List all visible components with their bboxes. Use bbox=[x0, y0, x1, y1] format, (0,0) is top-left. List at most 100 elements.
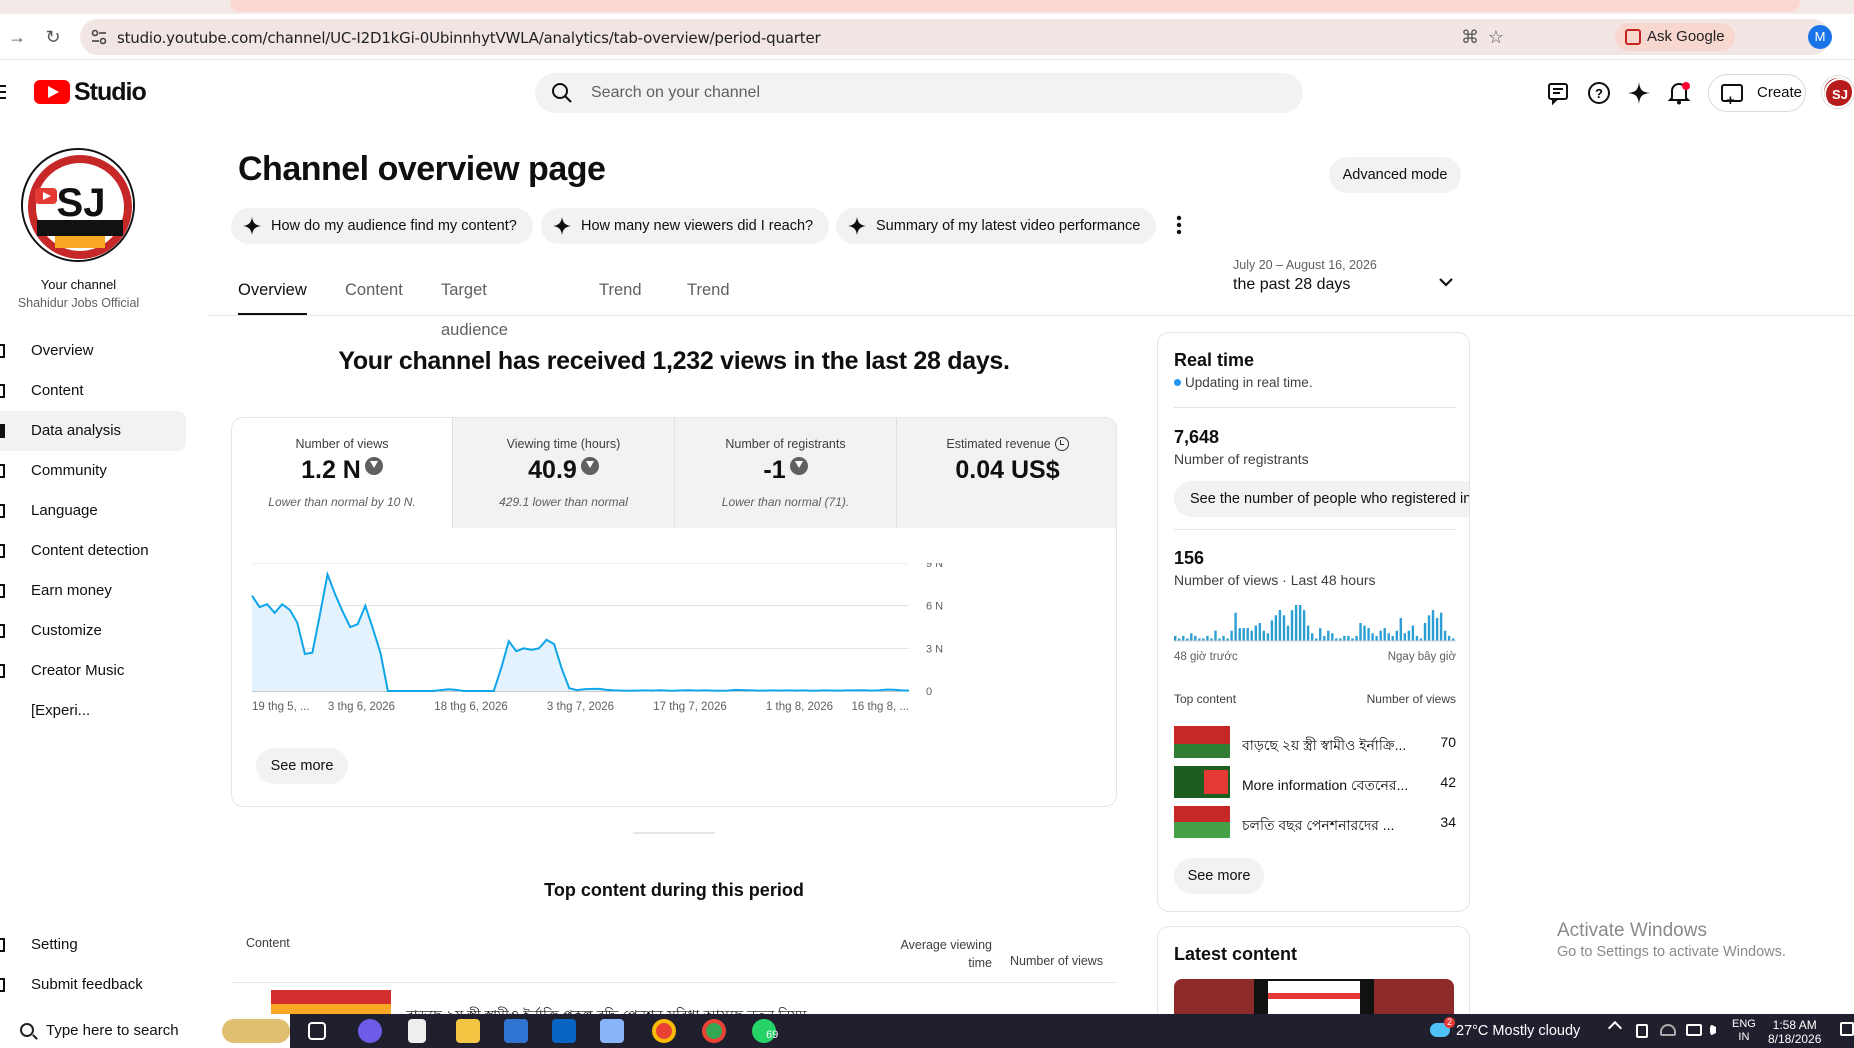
sidebar: SJ Your channel Shahidur Jobs Official O… bbox=[0, 124, 200, 1014]
realtime-bar bbox=[1391, 635, 1394, 641]
account-avatar[interactable]: SJ bbox=[1822, 76, 1854, 108]
create-button[interactable]: Create bbox=[1708, 74, 1806, 119]
network-icon[interactable] bbox=[1686, 1024, 1702, 1036]
create-label: Create bbox=[1757, 84, 1803, 101]
video-thumbnail[interactable] bbox=[271, 990, 391, 1014]
metric-views[interactable]: Number of views 1.2 N Lower than normal … bbox=[232, 418, 453, 528]
copilot-icon[interactable] bbox=[358, 1019, 382, 1043]
url-text[interactable]: studio.youtube.com/channel/UC-I2D1kGi-0U… bbox=[117, 29, 821, 47]
list-item-title[interactable]: More information বেতনের... bbox=[1242, 774, 1422, 798]
browser-profile-avatar[interactable]: M bbox=[1808, 25, 1832, 49]
task-view-icon[interactable] bbox=[308, 1022, 326, 1040]
site-settings-icon[interactable] bbox=[90, 28, 108, 46]
column-header-content[interactable]: Content bbox=[246, 936, 290, 950]
advanced-mode-button[interactable]: Advanced mode bbox=[1329, 157, 1461, 193]
bookmark-star-icon[interactable]: ☆ bbox=[1486, 27, 1506, 47]
realtime-bar bbox=[1302, 610, 1306, 641]
realtime-bar-chart[interactable] bbox=[1174, 601, 1458, 645]
volume-icon[interactable] bbox=[1710, 1024, 1722, 1036]
chrome-profile-icon[interactable] bbox=[702, 1019, 726, 1043]
sidebar-item-label: Community bbox=[31, 462, 107, 479]
language-icon bbox=[0, 504, 5, 518]
realtime-bar bbox=[1363, 625, 1366, 641]
translate-icon[interactable]: ⌘ bbox=[1460, 27, 1480, 47]
sidebar-item-data-analysis[interactable]: Data analysis bbox=[0, 411, 186, 451]
ask-google-button[interactable]: Ask Google bbox=[1615, 23, 1735, 51]
menu-icon[interactable] bbox=[0, 85, 6, 99]
column-header-avg-view[interactable]: Average viewing time bbox=[880, 936, 993, 972]
channel-name[interactable]: Shahidur Jobs Official bbox=[0, 296, 157, 310]
see-more-button[interactable]: See more bbox=[256, 748, 348, 784]
table-divider bbox=[231, 982, 1117, 983]
divider bbox=[1174, 407, 1456, 408]
realtime-see-more-button[interactable]: See more bbox=[1174, 858, 1264, 894]
top-content-label: Top content bbox=[1174, 692, 1237, 706]
comments-icon[interactable] bbox=[1546, 80, 1572, 106]
sidebar-item-earn-money[interactable]: Earn money bbox=[0, 571, 186, 611]
reload-icon[interactable]: ↻ bbox=[40, 24, 66, 50]
video-thumbnail[interactable] bbox=[1174, 806, 1230, 838]
forward-icon[interactable]: → bbox=[4, 24, 30, 50]
file-icon[interactable] bbox=[408, 1019, 426, 1043]
search-icon[interactable] bbox=[551, 82, 573, 104]
sidebar-item-content-detection[interactable]: Content detection bbox=[0, 531, 186, 571]
sidebar-item-feedback[interactable]: Submit feedback bbox=[0, 965, 186, 1005]
ask-chip-latest-video[interactable]: Summary of my latest video performance bbox=[836, 208, 1157, 244]
realtime-bar bbox=[1355, 635, 1358, 641]
ask-chip-audience[interactable]: How do my audience find my content? bbox=[231, 208, 533, 244]
sparkle-icon[interactable] bbox=[1626, 80, 1652, 106]
metric-revenue[interactable]: Estimated revenue 0.04 US$ bbox=[897, 418, 1116, 528]
realtime-bar bbox=[1443, 630, 1447, 641]
active-browser-tab[interactable] bbox=[230, 0, 1800, 12]
sidebar-item-label: Data analysis bbox=[31, 422, 122, 439]
cloud-off-icon[interactable] bbox=[1660, 1024, 1676, 1036]
channel-logo-icon: SJ bbox=[23, 150, 133, 260]
tab-overview[interactable]: Overview bbox=[238, 270, 307, 316]
weather-widget[interactable]: 2 27°C Mostly cloudy bbox=[1430, 1014, 1580, 1048]
sidebar-item-language[interactable]: Language bbox=[0, 491, 186, 531]
meet-now-icon[interactable] bbox=[1636, 1024, 1648, 1038]
taskbar-clock[interactable]: 1:58 AM 8/18/2026 bbox=[1768, 1018, 1821, 1046]
list-item-title[interactable]: চলতি বছর পেনশনারদের ... bbox=[1242, 814, 1422, 838]
metric-subscribers[interactable]: Number of registrants -1 Lower than norm… bbox=[675, 418, 897, 528]
whatsapp-icon[interactable]: 69 bbox=[752, 1019, 778, 1043]
list-item-title[interactable]: বাড়ছে ২য় স্ত্রী স্বামীও ইর্নাক্রি... bbox=[1242, 734, 1422, 758]
views-chart[interactable]: 9 N 6 N 3 N 0 19 thg 5, ... 3 thg 6, 2026 18 t… bbox=[232, 563, 1117, 713]
chevron-up-icon[interactable] bbox=[1607, 1020, 1623, 1036]
bing-widget-icon[interactable] bbox=[222, 1019, 290, 1043]
video-thumbnail[interactable] bbox=[1174, 726, 1230, 758]
search-input[interactable] bbox=[591, 73, 1281, 113]
photos-icon[interactable] bbox=[600, 1019, 624, 1043]
notifications-icon[interactable] bbox=[1666, 80, 1692, 106]
sidebar-item-overview[interactable]: Overview bbox=[0, 331, 186, 371]
language-indicator[interactable]: ENG IN bbox=[1732, 1018, 1756, 1044]
file-explorer-icon[interactable] bbox=[456, 1019, 480, 1043]
microsoft-store-icon[interactable] bbox=[504, 1019, 528, 1043]
date-range-picker[interactable]: July 20 – August 16, 2026 the past 28 da… bbox=[1233, 258, 1377, 294]
more-options-icon[interactable] bbox=[1172, 212, 1186, 238]
realtime-bar bbox=[1375, 635, 1378, 641]
outlook-icon[interactable] bbox=[552, 1019, 576, 1043]
notification-center-icon[interactable] bbox=[1840, 1022, 1854, 1036]
ask-chip-new-viewers[interactable]: How many new viewers did I reach? bbox=[541, 208, 830, 244]
channel-avatar[interactable]: SJ bbox=[21, 148, 135, 262]
tab-trend-2[interactable]: Trend bbox=[687, 270, 730, 316]
video-thumbnail[interactable] bbox=[1174, 766, 1230, 798]
chrome-icon[interactable] bbox=[652, 1019, 676, 1043]
sidebar-item-community[interactable]: Community bbox=[0, 451, 186, 491]
metric-watch-time[interactable]: Viewing time (hours) 40.9 429.1 lower th… bbox=[453, 418, 675, 528]
chevron-down-icon[interactable] bbox=[1436, 272, 1456, 292]
tab-target-audience[interactable]: Target audience bbox=[441, 270, 508, 339]
tab-trend[interactable]: Trend bbox=[599, 270, 642, 316]
sidebar-item-settings[interactable]: Setting bbox=[0, 925, 186, 965]
help-icon[interactable]: ? bbox=[1586, 80, 1612, 106]
address-bar[interactable]: studio.youtube.com/channel/UC-I2D1kGi-0U… bbox=[80, 19, 1830, 55]
realtime-bar bbox=[1250, 630, 1253, 641]
sidebar-item-content[interactable]: Content bbox=[0, 371, 186, 411]
tab-content[interactable]: Content bbox=[345, 270, 403, 316]
sidebar-item-creator-music[interactable]: Creator Music [Experi... bbox=[0, 651, 186, 719]
column-header-views[interactable]: Number of views bbox=[1010, 954, 1103, 968]
sidebar-item-customize[interactable]: Customize bbox=[0, 611, 186, 651]
realtime-bar bbox=[1206, 635, 1209, 641]
see-subscribers-button[interactable]: See the number of people who registered … bbox=[1174, 481, 1469, 517]
